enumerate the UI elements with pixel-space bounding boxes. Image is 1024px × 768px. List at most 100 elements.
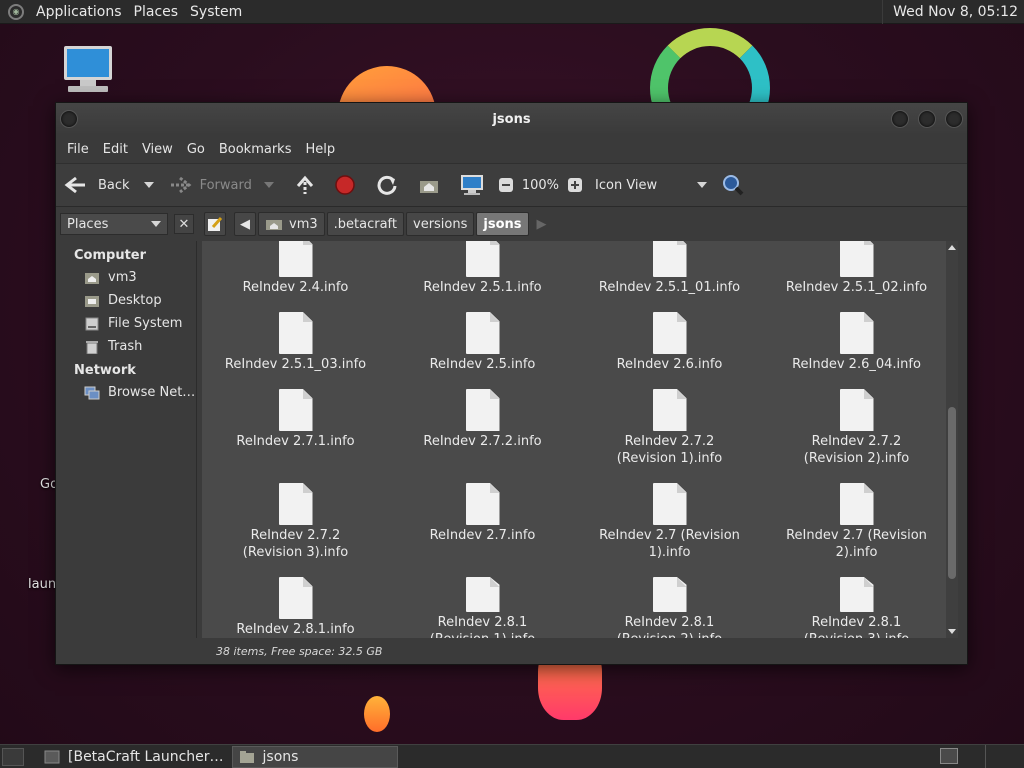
- menu-edit[interactable]: Edit: [96, 142, 135, 157]
- file-item[interactable]: ReIndev 2.6.info: [576, 306, 763, 383]
- stop-button[interactable]: [334, 169, 356, 201]
- back-button[interactable]: Back: [64, 169, 130, 201]
- java-app-icon: [44, 750, 60, 763]
- home-button[interactable]: [418, 169, 440, 201]
- text-file-icon: [278, 241, 313, 277]
- scroll-down-arrow-icon[interactable]: [948, 629, 956, 634]
- text-file-icon: [652, 483, 687, 525]
- file-item[interactable]: ReIndev 2.7 (Revision 2).info: [763, 477, 950, 571]
- window-title: jsons: [492, 111, 531, 127]
- file-item[interactable]: ReIndev 2.8.1 (Revision 1).info: [389, 571, 576, 638]
- file-icon-view[interactable]: ReIndev 2.4.info ReIndev 2.5.1.info ReInde…: [202, 241, 958, 638]
- desktop-label-launcher[interactable]: laun: [28, 577, 56, 592]
- breadcrumb-vm3[interactable]: vm3: [258, 212, 325, 236]
- file-name: ReIndev 2.5.1_01.info: [598, 280, 741, 295]
- up-arrow-icon: [296, 175, 313, 194]
- scroll-up-arrow-icon[interactable]: [948, 245, 956, 250]
- taskbar-item-betacraft[interactable]: [BetaCraft Launcher…: [38, 746, 230, 768]
- zoom-in-button[interactable]: [567, 169, 583, 201]
- file-item[interactable]: ReIndev 2.7 (Revision 1).info: [576, 477, 763, 571]
- menu-go[interactable]: Go: [180, 142, 212, 157]
- file-item[interactable]: ReIndev 2.5.1_03.info: [202, 306, 389, 383]
- file-item[interactable]: ReIndev 2.5.1_01.info: [576, 241, 763, 306]
- text-file-icon: [839, 389, 874, 431]
- content-area: Computer vm3 Desktop File System Trash N…: [56, 241, 967, 638]
- sidebar-item-desktop[interactable]: Desktop: [56, 289, 196, 312]
- window-menu-button[interactable]: [60, 110, 78, 128]
- places-menu[interactable]: Places: [128, 4, 185, 20]
- file-item[interactable]: ReIndev 2.7.1.info: [202, 383, 389, 477]
- menu-file[interactable]: File: [60, 142, 96, 157]
- file-item[interactable]: ReIndev 2.7.2 (Revision 2).info: [763, 383, 950, 477]
- file-name: ReIndev 2.4.info: [242, 280, 349, 295]
- sidebar-item-vm3[interactable]: vm3: [56, 266, 196, 289]
- file-item[interactable]: ReIndev 2.5.1_02.info: [763, 241, 950, 306]
- reload-button[interactable]: [376, 169, 398, 201]
- computer-desktop-icon[interactable]: [62, 46, 114, 96]
- bottom-taskbar: [BetaCraft Launcher… jsons: [0, 744, 1024, 768]
- sidebar-item-browse-network[interactable]: Browse Net…: [56, 381, 196, 404]
- breadcrumb-betacraft[interactable]: .betacraft: [326, 212, 404, 236]
- forward-history-dropdown[interactable]: [263, 169, 274, 201]
- breadcrumb-jsons[interactable]: jsons: [476, 212, 529, 236]
- trash-icon: [84, 340, 100, 354]
- taskbar-item-jsons[interactable]: jsons: [231, 745, 398, 768]
- menu-bookmarks[interactable]: Bookmarks: [212, 142, 299, 157]
- applications-menu[interactable]: Applications: [30, 4, 128, 20]
- file-item[interactable]: ReIndev 2.7.info: [389, 477, 576, 571]
- zoom-out-button[interactable]: [498, 169, 514, 201]
- panel-clock[interactable]: Wed Nov 8, 05:12: [882, 0, 1024, 24]
- system-menu[interactable]: System: [184, 4, 248, 20]
- workspace-switcher[interactable]: [940, 748, 958, 764]
- file-item[interactable]: ReIndev 2.8.1 (Revision 2).info: [576, 571, 763, 638]
- scroll-thumb[interactable]: [948, 407, 956, 579]
- computer-icon: [460, 175, 483, 195]
- file-grid: ReIndev 2.4.info ReIndev 2.5.1.info ReInde…: [202, 241, 950, 638]
- up-button[interactable]: [294, 169, 316, 201]
- computer-button[interactable]: [460, 169, 484, 201]
- distro-logo-icon[interactable]: ◉: [8, 3, 24, 20]
- home-folder-icon: [266, 220, 282, 230]
- back-label: Back: [98, 177, 130, 193]
- file-item[interactable]: ReIndev 2.7.2.info: [389, 383, 576, 477]
- window-titlebar[interactable]: jsons: [56, 103, 967, 135]
- file-item[interactable]: ReIndev 2.7.2 (Revision 1).info: [576, 383, 763, 477]
- text-file-icon: [465, 577, 500, 612]
- menu-view[interactable]: View: [135, 142, 180, 157]
- search-button[interactable]: [721, 169, 745, 201]
- file-item[interactable]: ReIndev 2.5.1.info: [389, 241, 576, 306]
- file-item[interactable]: ReIndev 2.7.2 (Revision 3).info: [202, 477, 389, 571]
- toolbar: Back Forward 100% Icon View: [56, 163, 967, 207]
- file-item[interactable]: ReIndev 2.5.info: [389, 306, 576, 383]
- forward-button[interactable]: Forward: [168, 169, 252, 201]
- reload-icon: [377, 175, 397, 195]
- file-name: ReIndev 2.7.1.info: [236, 434, 355, 449]
- breadcrumb-scroll-left[interactable]: ◀: [234, 212, 256, 236]
- close-button[interactable]: [945, 110, 963, 128]
- file-item[interactable]: ReIndev 2.8.1 (Revision 3).info: [763, 571, 950, 638]
- zoom-out-icon: [498, 178, 513, 192]
- maximize-button[interactable]: [918, 110, 936, 128]
- zoom-level: 100%: [521, 177, 560, 193]
- breadcrumb-scroll-right[interactable]: ▶: [531, 212, 553, 236]
- sidebar-item-file-system[interactable]: File System: [56, 312, 196, 335]
- minimize-button[interactable]: [891, 110, 909, 128]
- sidebar-mode-select[interactable]: Places: [60, 213, 168, 235]
- show-desktop-button[interactable]: [2, 747, 24, 766]
- chevron-down-icon: [151, 221, 161, 227]
- vertical-scrollbar[interactable]: [946, 241, 958, 638]
- toggle-location-entry-button[interactable]: [204, 212, 226, 236]
- file-name: ReIndev 2.7.2 (Revision 2).info: [803, 434, 910, 466]
- close-sidebar-button[interactable]: ✕: [174, 214, 194, 234]
- text-file-icon: [652, 577, 687, 612]
- top-panel: ◉ Applications Places System Wed Nov 8, …: [0, 0, 1024, 24]
- menu-help[interactable]: Help: [298, 142, 342, 157]
- file-item[interactable]: ReIndev 2.4.info: [202, 241, 389, 306]
- back-history-dropdown[interactable]: [143, 169, 154, 201]
- file-item[interactable]: ReIndev 2.8.1.info: [202, 571, 389, 638]
- file-item[interactable]: ReIndev 2.6_04.info: [763, 306, 950, 383]
- view-mode-select[interactable]: Icon View: [595, 169, 708, 201]
- sidebar-item-trash[interactable]: Trash: [56, 335, 196, 358]
- breadcrumb-versions[interactable]: versions: [406, 212, 475, 236]
- text-file-icon: [839, 241, 874, 277]
